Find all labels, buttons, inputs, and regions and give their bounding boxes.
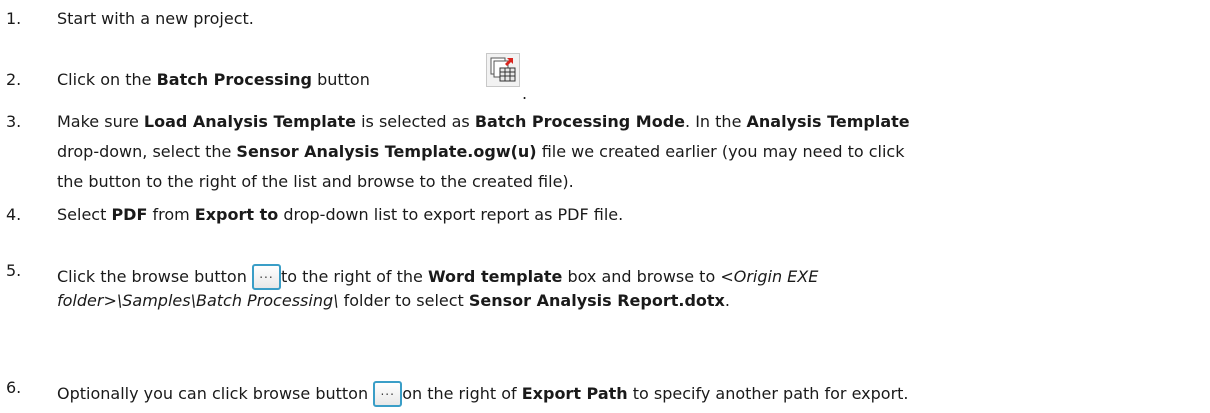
step-text: button: [311, 70, 370, 89]
step-text-line: Select PDF from Export to drop-down list…: [57, 205, 624, 224]
step-number: 1.: [6, 9, 22, 28]
step-text-line: drop-down, select the Sensor Analysis Te…: [57, 142, 905, 161]
step-text: Start with a new project.: [57, 9, 254, 28]
batch-processing-icon: [486, 53, 520, 87]
step-number: 3.: [6, 112, 22, 131]
step-text-line: Click the browse button ... to the right …: [57, 261, 818, 290]
step-text-line: folder>\Samples\Batch Processing\ folder…: [57, 291, 730, 310]
step-text-line: Optionally you can click browse button .…: [57, 378, 909, 407]
browse-button-icon: ...: [373, 381, 403, 407]
batch-processing-label: Batch Processing: [156, 70, 312, 89]
step-text: Click on the: [57, 70, 157, 89]
step-number: 2.: [6, 70, 22, 89]
step-number: 4.: [6, 205, 22, 224]
step-text-line: the button to the right of the list and …: [57, 172, 574, 191]
browse-button-icon: ...: [251, 264, 281, 290]
step-number: 5.: [6, 261, 22, 280]
step-number: 6.: [6, 378, 22, 397]
step-text-line: Make sure Load Analysis Template is sele…: [57, 112, 910, 131]
